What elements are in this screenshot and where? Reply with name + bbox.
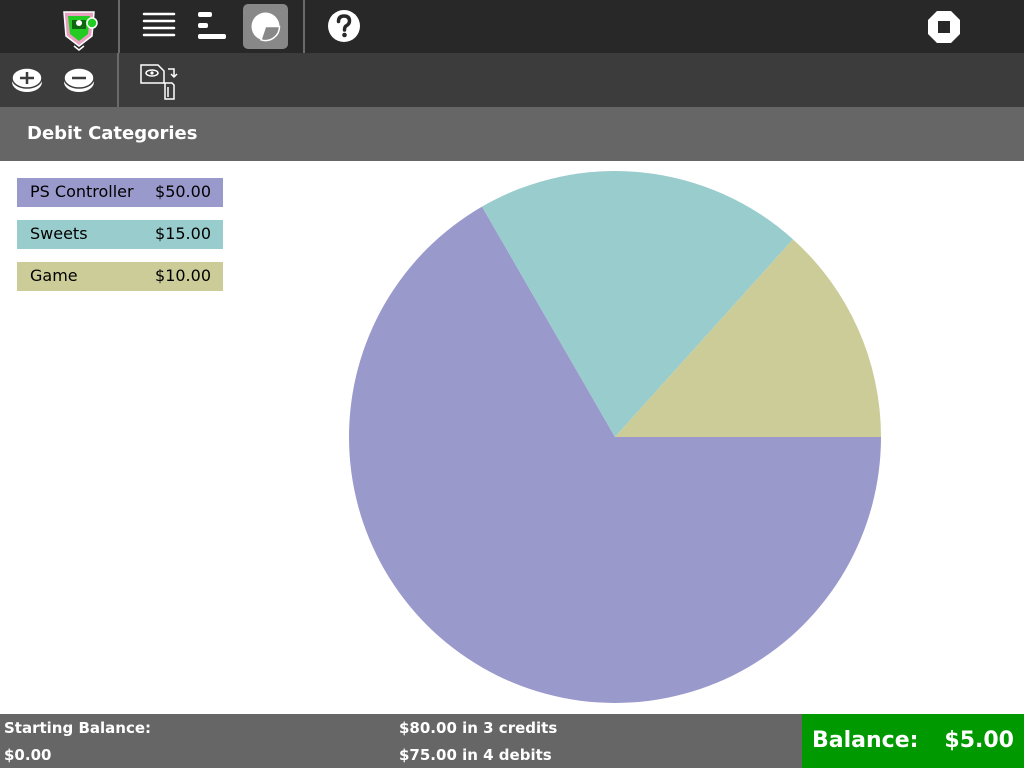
pie-chart	[349, 171, 882, 703]
add-debit-icon[interactable]	[62, 65, 96, 95]
help-icon[interactable]	[326, 8, 362, 44]
legend-amount: $10.00	[155, 266, 211, 285]
bar-chart-icon[interactable]	[194, 8, 232, 44]
page-title: Debit Categories	[27, 123, 198, 144]
secondary-toolbar	[0, 53, 1024, 107]
balance-label: Balance:	[812, 728, 919, 753]
toolbar-separator	[303, 0, 305, 53]
legend-amount: $15.00	[155, 224, 211, 243]
summary-footer: Starting Balance: $0.00 $80.00 in 3 cred…	[0, 714, 1024, 768]
legend-category: Game	[30, 266, 78, 285]
legend-item: Sweets $15.00	[17, 220, 223, 249]
list-view-icon[interactable]	[140, 8, 178, 44]
chart-area: PS Controller $50.00 Sweets $15.00 Game $10.0…	[0, 161, 1024, 714]
activity-icon[interactable]	[58, 6, 102, 52]
starting-balance-label: Starting Balance:	[4, 719, 152, 737]
view-copy-icon[interactable]	[138, 61, 180, 101]
main-toolbar	[0, 0, 1024, 53]
legend-category: Sweets	[30, 224, 88, 243]
balance-box: Balance: $5.00	[802, 714, 1024, 768]
chart-legend: PS Controller $50.00 Sweets $15.00 Game $10.0…	[17, 178, 223, 304]
stop-icon[interactable]	[926, 9, 962, 45]
toolbar-separator	[118, 0, 120, 53]
debits-summary: $75.00 in 4 debits	[399, 746, 552, 764]
subbar-separator	[117, 53, 119, 107]
pie-chart-icon[interactable]	[243, 4, 288, 49]
balance-value: $5.00	[944, 728, 1014, 753]
legend-category: PS Controller	[30, 182, 134, 201]
legend-item: Game $10.00	[17, 262, 223, 291]
legend-amount: $50.00	[155, 182, 211, 201]
section-header: Debit Categories	[0, 107, 1024, 161]
starting-balance-value: $0.00	[4, 746, 52, 764]
legend-item: PS Controller $50.00	[17, 178, 223, 207]
add-credit-icon[interactable]	[10, 65, 44, 95]
credits-summary: $80.00 in 3 credits	[399, 719, 558, 737]
